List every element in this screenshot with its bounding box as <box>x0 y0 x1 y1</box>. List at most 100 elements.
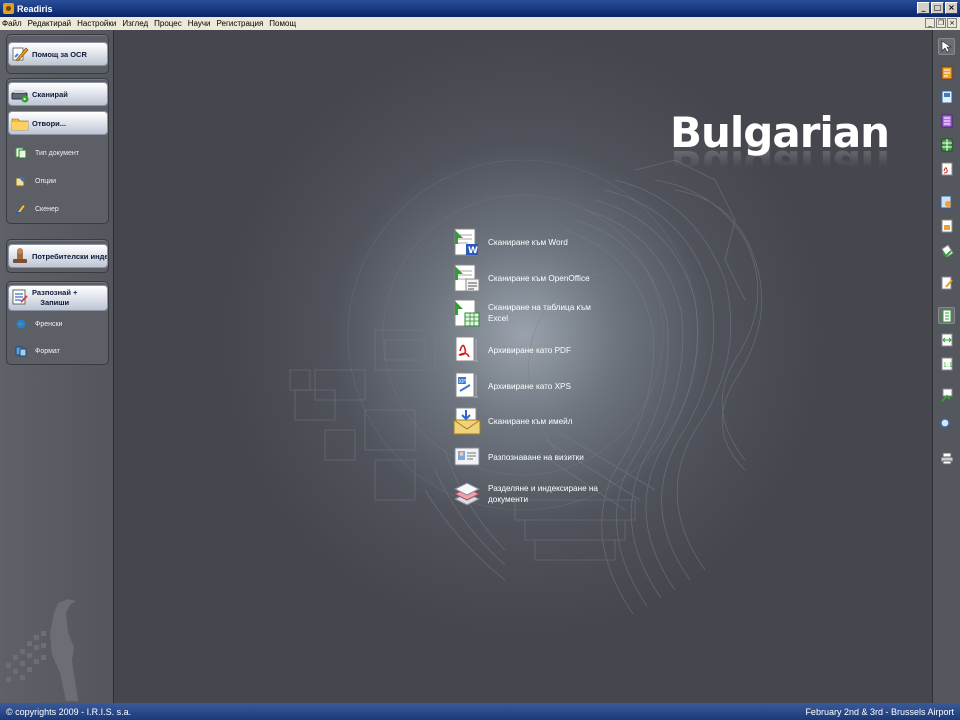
language-title-reflection: Bulgarian <box>670 141 890 190</box>
pdf-document-icon <box>941 162 952 175</box>
doc-tool-4[interactable] <box>938 136 955 153</box>
recognize-label-line2: Запиши <box>40 298 70 307</box>
menu-edit[interactable]: Редактирай <box>28 19 71 28</box>
svg-text:1:1: 1:1 <box>943 362 953 369</box>
menu-settings[interactable]: Настройки <box>77 19 116 28</box>
action-label: Разпознаване на визитки <box>488 452 584 462</box>
ocr-help-button[interactable]: Помощ за OCR <box>8 42 108 66</box>
pointer-tool-button[interactable] <box>938 38 955 55</box>
word-scan-icon: W <box>454 228 478 256</box>
open-button[interactable]: Отвори... <box>8 111 108 135</box>
zone-select-icon <box>942 309 951 322</box>
select-zone-tool[interactable] <box>938 307 955 324</box>
menu-file[interactable]: Файл <box>2 19 22 28</box>
archive-as-pdf-action[interactable]: Архивиране като PDF <box>452 335 598 365</box>
image-tool-2[interactable] <box>938 217 955 234</box>
doc-tool-5[interactable] <box>938 160 955 177</box>
email-scan-icon <box>453 407 481 435</box>
footer-bar: © copyrights 2009 - I.R.I.S. s.a. Februa… <box>0 703 960 720</box>
help-panel: Помощ за OCR <box>6 34 109 74</box>
format-icon <box>15 346 27 357</box>
blue-document-icon <box>941 90 952 103</box>
action-label: Разделяне и индексиране на документи <box>488 484 598 504</box>
language-item[interactable]: Френски <box>15 318 62 330</box>
recognize-save-icon <box>12 289 28 305</box>
print-tool[interactable] <box>938 450 955 467</box>
actual-size-tool[interactable]: 1:1 <box>938 355 955 372</box>
document-type-icon <box>15 147 27 159</box>
edit-tool[interactable] <box>938 274 955 291</box>
fit-width-icon <box>941 333 952 346</box>
crop-tool[interactable] <box>938 386 955 403</box>
split-and-index-action[interactable]: Разделяне и индексиране на документи <box>452 479 598 509</box>
image-tool-1[interactable] <box>938 193 955 210</box>
purple-document-icon <box>941 114 952 127</box>
zoom-tool[interactable] <box>938 416 955 433</box>
scan-to-word-action[interactable]: W Сканиране към Word <box>452 227 598 257</box>
xps-archive-icon: XPS <box>455 372 478 398</box>
globe-icon <box>16 319 26 329</box>
recognize-label-line1: Разпознай + <box>32 288 78 297</box>
recognize-save-button[interactable]: Разпознай + Запиши <box>8 285 108 311</box>
event-text: February 2nd & 3rd - Brussels Airport <box>805 706 954 717</box>
ocr-pen-icon <box>12 47 29 62</box>
doc-tool-1[interactable] <box>938 64 955 81</box>
copyright-text: © copyrights 2009 - I.R.I.S. s.a. <box>6 706 132 717</box>
folder-icon <box>11 118 29 131</box>
options-icon <box>15 176 25 187</box>
format-item[interactable]: Формат <box>15 345 60 357</box>
split-index-icon <box>453 482 481 506</box>
iris-bird-logo <box>6 599 78 701</box>
action-label: Сканиране към Word <box>488 237 568 247</box>
menu-view[interactable]: Изглед <box>122 19 148 28</box>
menu-learn[interactable]: Научи <box>188 19 211 28</box>
options-item[interactable]: Опции <box>15 175 56 187</box>
svg-text:XPS: XPS <box>459 379 469 385</box>
doc-type-item[interactable]: Тип документ <box>15 147 79 159</box>
stamp-icon <box>13 248 27 263</box>
printer-icon <box>940 452 953 465</box>
scanner-settings-icon <box>16 204 26 215</box>
right-toolbar: 1:1 <box>932 30 960 703</box>
excel-scan-icon <box>454 299 480 327</box>
readiris-app-icon <box>3 3 14 14</box>
close-button[interactable]: × <box>945 2 958 14</box>
scan-button[interactable]: Сканирай <box>8 82 108 106</box>
menu-registration[interactable]: Регистрация <box>217 19 264 28</box>
doc-tool-3[interactable] <box>938 112 955 129</box>
green-table-icon <box>941 138 952 151</box>
business-card-action[interactable]: Разпознаване на визитки <box>452 442 598 472</box>
user-dictionary-button[interactable]: Потребителски индекс <box>8 244 108 268</box>
business-card-icon <box>454 447 480 466</box>
minimize-button[interactable]: _ <box>917 2 930 14</box>
doc-minimize-button[interactable]: _ <box>925 18 935 28</box>
menu-help[interactable]: Помощ <box>269 19 296 28</box>
pdf-archive-icon <box>455 336 478 362</box>
title-bar: Readiris _ □ × <box>0 0 960 17</box>
rotate-tool[interactable] <box>938 241 955 258</box>
action-label: Сканиране към OpenOffice <box>488 273 590 283</box>
doc-close-button[interactable]: × <box>947 18 957 28</box>
action-label: Архивиране като XPS <box>488 381 571 391</box>
archive-as-xps-action[interactable]: XPS Архивиране като XPS <box>452 371 598 401</box>
rotate-icon <box>940 243 954 257</box>
edit-document-icon <box>941 276 953 289</box>
scanner-item[interactable]: Скенер <box>15 203 59 215</box>
scan-to-openoffice-action[interactable]: Сканиране към OpenOffice <box>452 263 598 293</box>
menu-process[interactable]: Процес <box>154 19 182 28</box>
doc-restore-button[interactable]: ❐ <box>936 18 946 28</box>
page-orange-icon <box>941 219 952 232</box>
action-label: Архивиране като PDF <box>488 345 571 355</box>
crop-icon <box>940 388 952 402</box>
orange-document-icon <box>941 66 952 79</box>
main-workspace: Bulgarian Bulgarian W Сканиране към Word… <box>115 30 932 703</box>
doc-tool-2[interactable] <box>938 88 955 105</box>
recognize-panel: Разпознай + Запиши Френски Формат <box>6 281 109 365</box>
scan-table-to-excel-action[interactable]: Сканиране на таблица към Excel <box>452 298 598 328</box>
actual-size-icon: 1:1 <box>941 357 953 370</box>
maximize-button[interactable]: □ <box>931 2 944 14</box>
action-label: Сканиране към имейл <box>488 416 573 426</box>
pointer-icon <box>941 40 952 53</box>
scan-to-email-action[interactable]: Сканиране към имейл <box>452 406 598 436</box>
fit-width-tool[interactable] <box>938 331 955 348</box>
